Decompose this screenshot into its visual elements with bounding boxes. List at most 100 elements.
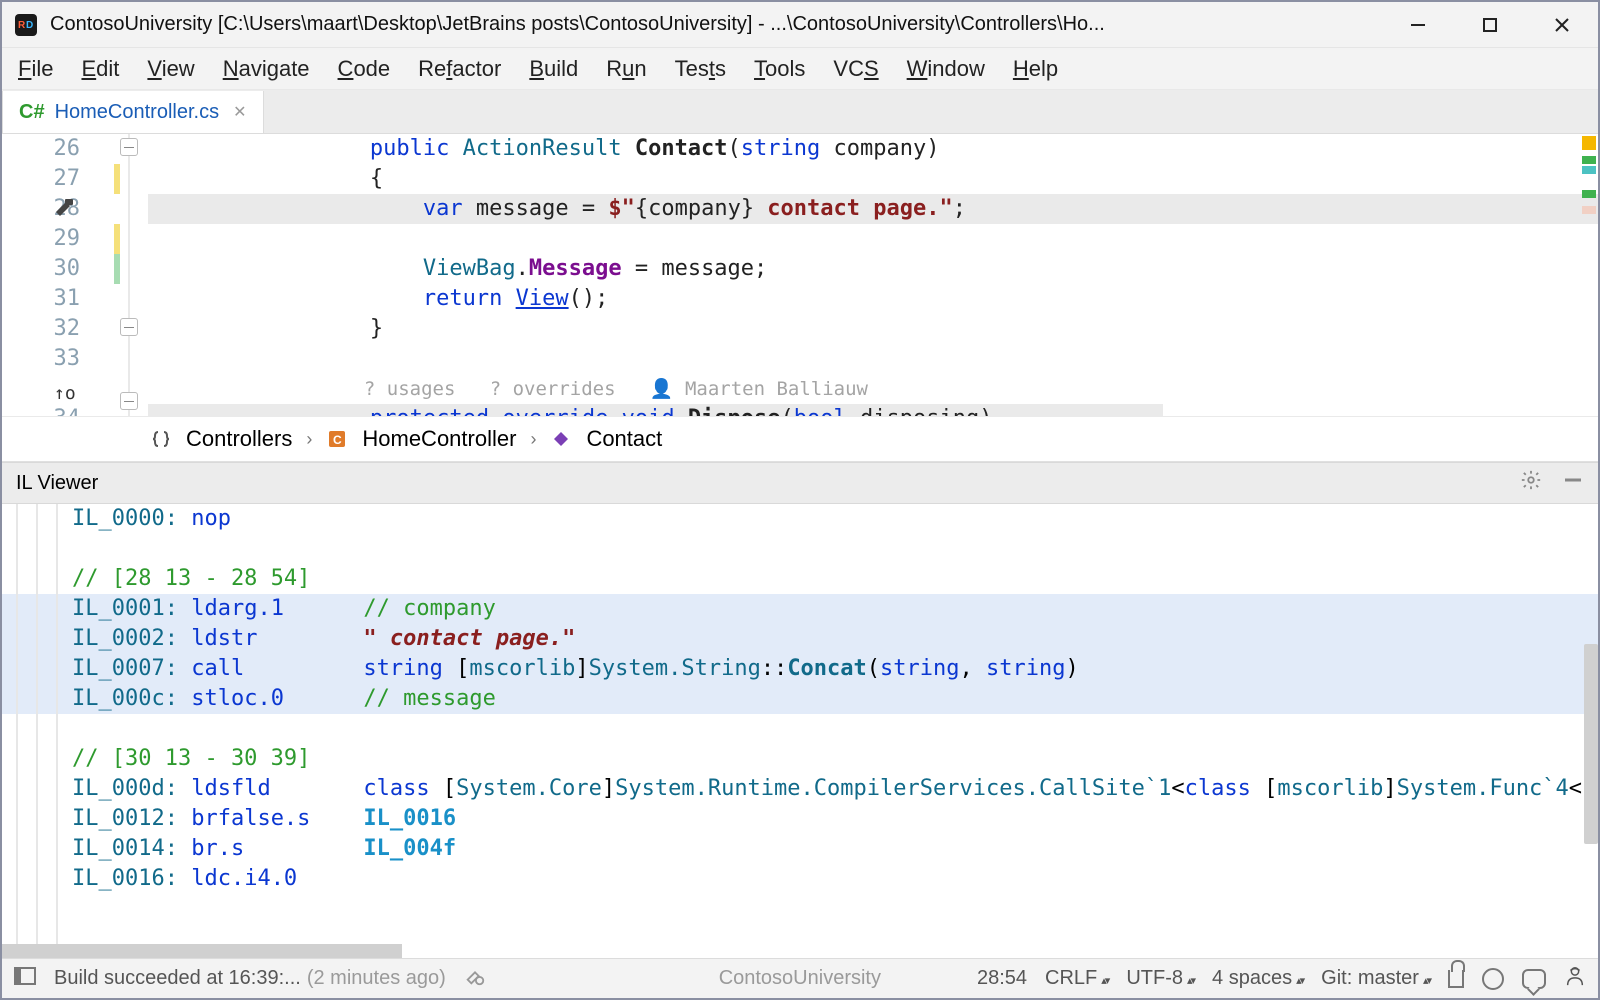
il-line[interactable]	[2, 714, 1598, 744]
cursor-position[interactable]: 28:54	[977, 967, 1027, 990]
override-gutter-icon[interactable]: ↑o	[54, 383, 76, 404]
il-line[interactable]: IL_0014: br.s IL_004f	[2, 834, 1598, 864]
status-bar: Build succeeded at 16:39:... (2 minutes …	[2, 958, 1598, 998]
chevron-right-icon: ›	[306, 429, 312, 450]
feedback-icon[interactable]	[1522, 969, 1546, 989]
git-branch[interactable]: Git: master	[1321, 967, 1430, 990]
code-line[interactable]: return View();	[148, 284, 1598, 314]
menu-tests[interactable]: Tests	[675, 56, 726, 82]
il-line[interactable]: IL_0016: ldc.i4.0	[2, 864, 1598, 894]
marker-ok[interactable]	[1582, 190, 1596, 198]
build-gutter-icon[interactable]	[52, 196, 76, 220]
gutter: 262728293031323334	[2, 134, 88, 416]
il-line[interactable]: IL_0012: brfalse.s IL_0016	[2, 804, 1598, 834]
editor[interactable]: 262728293031323334 ↑o public ActionResul…	[2, 134, 1598, 416]
menu-help[interactable]: Help	[1013, 56, 1058, 82]
lock-icon[interactable]	[1448, 970, 1464, 988]
inspector-icon[interactable]	[1564, 965, 1586, 993]
il-line[interactable]: IL_0007: call string [mscorlib]System.St…	[2, 654, 1598, 684]
breadcrumb: Controllers › C HomeController › Contact	[2, 416, 1598, 462]
menu-tools[interactable]: Tools	[754, 56, 805, 82]
svg-text:C: C	[333, 433, 342, 447]
line-number: 34	[2, 404, 88, 416]
change-bar-modified	[114, 224, 120, 254]
marker-change[interactable]	[1582, 206, 1596, 214]
il-viewer-body[interactable]: IL_0000: nop // [28 13 - 28 54]IL_0001: …	[2, 504, 1598, 958]
il-line[interactable]: // [30 13 - 30 39]	[2, 744, 1598, 774]
fold-node-icon[interactable]	[120, 318, 138, 336]
il-line[interactable]: IL_0001: ldarg.1 // company	[2, 594, 1598, 624]
line-number: 31	[2, 284, 88, 314]
tab-filename: HomeController.cs	[55, 101, 220, 124]
code-line[interactable]: public ActionResult Contact(string compa…	[148, 134, 1598, 164]
il-viewer-title: IL Viewer	[16, 472, 98, 495]
namespace-icon	[150, 428, 172, 450]
marker-ok[interactable]	[1582, 156, 1596, 164]
crumb-homecontroller[interactable]: HomeController	[362, 426, 516, 452]
code-line[interactable]	[148, 344, 1598, 374]
project-name[interactable]: ContosoUniversity	[719, 967, 881, 990]
fold-node-icon[interactable]	[120, 392, 138, 410]
menu-navigate[interactable]: Navigate	[223, 56, 310, 82]
il-viewer-header: IL Viewer	[2, 462, 1598, 504]
il-line[interactable]	[2, 534, 1598, 564]
code-line[interactable]: {	[148, 164, 1598, 194]
chevron-right-icon: ›	[530, 429, 536, 450]
build-status-ago: (2 minutes ago)	[307, 967, 446, 990]
fold-node-icon[interactable]	[120, 138, 138, 156]
il-line[interactable]: // [28 13 - 28 54]	[2, 564, 1598, 594]
code-line[interactable]	[148, 224, 1598, 254]
line-number: 30	[2, 254, 88, 284]
close-button[interactable]	[1526, 2, 1598, 48]
marker-info[interactable]	[1582, 166, 1596, 174]
il-line[interactable]: IL_000c: stloc.0 // message	[2, 684, 1598, 714]
menu-code[interactable]: Code	[338, 56, 391, 82]
build-settings-icon[interactable]	[464, 965, 486, 993]
code-line[interactable]: ViewBag.Message = message;	[148, 254, 1598, 284]
marker-warning[interactable]	[1582, 136, 1596, 150]
indent-setting[interactable]: 4 spaces	[1212, 967, 1303, 990]
menu-refactor[interactable]: Refactor	[418, 56, 501, 82]
code-line[interactable]: }	[148, 314, 1598, 344]
scrollbar-horizontal-thumb[interactable]	[2, 944, 402, 958]
hide-panel-icon[interactable]	[1562, 469, 1584, 497]
build-status[interactable]: Build succeeded at 16:39:... (2 minutes …	[54, 967, 446, 990]
code-area[interactable]: public ActionResult Contact(string compa…	[148, 134, 1598, 416]
class-icon: C	[326, 428, 348, 450]
menu-run[interactable]: Run	[606, 56, 646, 82]
il-line[interactable]: IL_0002: ldstr " contact page."	[2, 624, 1598, 654]
line-separator[interactable]: CRLF	[1045, 967, 1108, 990]
menu-build[interactable]: Build	[529, 56, 578, 82]
crumb-contact[interactable]: Contact	[586, 426, 662, 452]
il-line[interactable]: IL_0000: nop	[2, 504, 1598, 534]
svg-text:D: D	[26, 20, 33, 31]
close-tab-icon[interactable]: ✕	[233, 102, 246, 122]
code-line[interactable]: var message = $"{company} contact page."…	[148, 194, 1598, 224]
menu-vcs[interactable]: VCS	[833, 56, 878, 82]
il-line[interactable]: IL_000d: ldsfld class [System.Core]Syste…	[2, 774, 1598, 804]
line-number: 26	[2, 134, 88, 164]
marker-strip[interactable]	[1580, 134, 1598, 416]
crumb-controllers[interactable]: Controllers	[186, 426, 292, 452]
menu-edit[interactable]: Edit	[81, 56, 119, 82]
codelens-row[interactable]: ? usages ? overrides 👤 Maarten Balliauw	[148, 374, 1598, 404]
indent-guide	[36, 504, 38, 958]
progress-icon[interactable]	[1482, 968, 1504, 990]
menu-file[interactable]: File	[18, 56, 53, 82]
menubar: File Edit View Navigate Code Refactor Build Run…	[2, 48, 1598, 90]
line-number: 33	[2, 344, 88, 374]
scrollbar-vertical-thumb[interactable]	[1584, 644, 1598, 844]
menu-view[interactable]: View	[147, 56, 194, 82]
menu-window[interactable]: Window	[907, 56, 985, 82]
indent-guide	[56, 504, 58, 958]
code-line[interactable]: protected override void Dispose(bool dis…	[148, 404, 1163, 416]
minimize-button[interactable]	[1382, 2, 1454, 48]
encoding[interactable]: UTF-8	[1126, 967, 1194, 990]
tab-homecontroller[interactable]: C# HomeController.cs ✕	[2, 91, 264, 133]
gear-icon[interactable]	[1520, 469, 1542, 497]
toolwindow-toggle-icon[interactable]	[14, 967, 36, 991]
maximize-button[interactable]	[1454, 2, 1526, 48]
change-bar-added	[114, 254, 120, 284]
line-number: 27	[2, 164, 88, 194]
titlebar: RD ContosoUniversity [C:\Users\maart\Des…	[2, 2, 1598, 48]
